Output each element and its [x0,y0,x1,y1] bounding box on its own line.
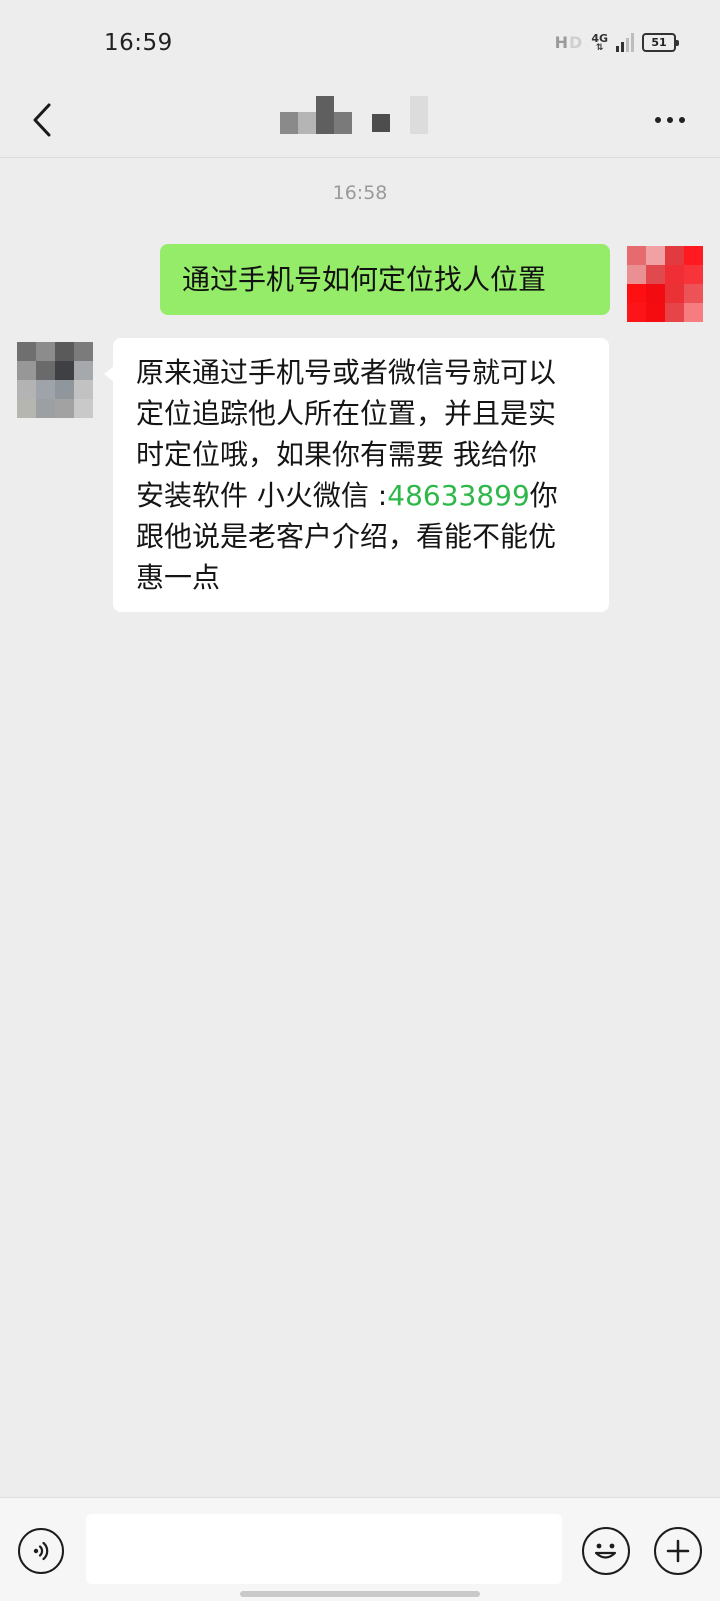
chat-header [0,88,720,158]
voice-icon [33,1541,49,1561]
chat-title-obscured [280,92,440,136]
outgoing-message-bubble[interactable]: 通过手机号如何定位找人位置 [160,244,610,315]
contact-avatar[interactable] [17,342,93,418]
outgoing-message-text: 通过手机号如何定位找人位置 [182,263,547,296]
message-input[interactable] [86,1514,562,1584]
hd-badge: HD [554,32,584,52]
emoji-button[interactable] [582,1527,630,1575]
more-functions-button[interactable] [654,1527,702,1575]
status-icons: HD 4G ⇅ 51 [554,31,679,53]
status-time: 16:59 [104,30,173,56]
battery-icon: 51 [642,32,679,52]
network-type-label: 4G [591,31,608,45]
message-timestamp: 16:58 [332,182,388,204]
incoming-message-bubble[interactable]: 原来通过手机号或者微信号就可以 定位追踪他人所在位置，并且是实 时定位哦，如果你… [104,338,609,612]
phone-number-link[interactable]: 48633899 [387,479,530,512]
network-indicator: 4G ⇅ [591,31,608,53]
incoming-message-line: 安装软件 小火微信 :48633899你 [136,475,589,516]
incoming-message-line: 跟他说是老客户介绍，看能不能优 [136,520,557,553]
self-avatar[interactable] [627,246,703,322]
more-dots-icon [655,117,661,123]
incoming-message-line: 原来通过手机号或者微信号就可以 [136,356,557,389]
battery-level: 51 [651,35,667,49]
input-bar [0,1497,720,1601]
incoming-message-line: 惠一点 [136,561,221,594]
incoming-message-line: 时定位哦，如果你有需要 我给你 [136,438,537,471]
incoming-message-line: 定位追踪他人所在位置，并且是实 [136,397,557,430]
more-options-button[interactable] [640,94,700,146]
home-indicator[interactable] [240,1591,480,1597]
header-divider [0,157,720,158]
signal-strength-icon [616,32,634,52]
emoji-icon [594,1543,617,1559]
incoming-message-line-suffix: 你 [529,479,558,512]
status-bar: 16:59 HD 4G ⇅ 51 [0,0,720,88]
plus-icon [666,1539,690,1563]
back-button[interactable] [16,94,68,146]
data-arrows-icon: ⇅ [595,42,604,53]
voice-input-button[interactable] [18,1528,64,1574]
chevron-left-icon [33,103,51,137]
incoming-message-line-prefix: 安装软件 小火微信 : [136,479,388,512]
